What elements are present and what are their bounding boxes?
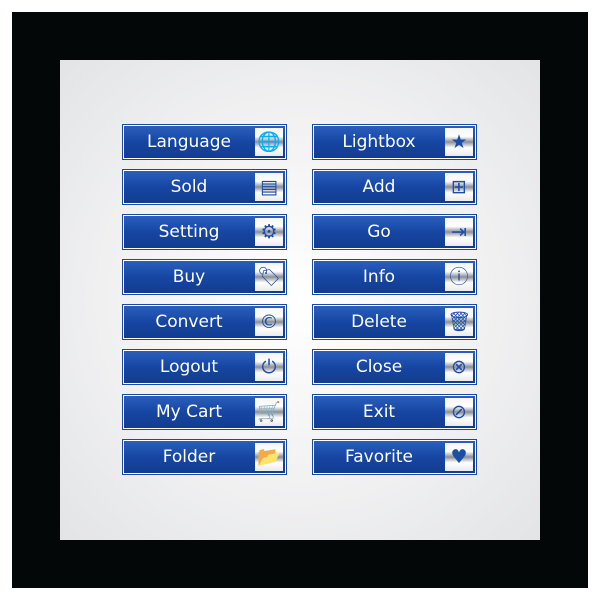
favorite-button[interactable]: Favorite ♥ [313,440,476,474]
button-label: Add [362,177,396,197]
power-icon: ⏻ [255,353,283,381]
lightbox-button[interactable]: Lightbox ★ [313,125,476,159]
button-label: Favorite [345,447,413,467]
close-circle-icon: ⊗ [445,353,473,381]
button-label: My Cart [155,402,223,422]
add-button[interactable]: Add ⊞ [313,170,476,204]
heart-icon: ♥ [445,443,473,471]
cart-icon: 🛒 [255,398,283,426]
button-label: Delete [351,312,407,332]
buy-button[interactable]: Buy 🏷 [123,260,286,294]
delete-button[interactable]: Delete 🗑 [313,305,476,339]
gear-icon: ⚙ [255,218,283,246]
copyright-icon: © [255,308,283,336]
button-label: Setting [158,222,220,242]
sign-in-icon: ⇥ [445,218,473,246]
button-label: Language [147,132,231,152]
button-label: Convert [155,312,223,332]
logout-button[interactable]: Logout ⏻ [123,350,286,384]
sold-button[interactable]: Sold ▤ [123,170,286,204]
button-label: Logout [159,357,219,377]
close-button[interactable]: Close ⊗ [313,350,476,384]
setting-button[interactable]: Setting ⚙ [123,215,286,249]
button-label: Close [355,357,403,377]
folder-icon: 📂 [255,443,283,471]
info-button[interactable]: Info ⓘ [313,260,476,294]
button-label: Folder [162,447,216,467]
button-label: Buy [172,267,206,287]
globe-icon: 🌐 [255,128,283,156]
info-icon: ⓘ [445,263,473,291]
button-label: Exit [362,402,396,422]
go-button[interactable]: Go ⇥ [313,215,476,249]
star-icon: ★ [445,128,473,156]
button-label: Lightbox [342,132,416,152]
no-entry-icon: ⊘ [445,398,473,426]
add-document-icon: ⊞ [445,173,473,201]
button-label: Sold [170,177,208,197]
sold-sign-icon: ▤ [255,173,283,201]
button-label: Go [367,222,391,242]
button-label: Info [362,267,396,287]
trash-icon: 🗑 [445,308,473,336]
exit-button[interactable]: Exit ⊘ [313,395,476,429]
language-button[interactable]: Language 🌐 [123,125,286,159]
folder-button[interactable]: Folder 📂 [123,440,286,474]
price-tag-icon: 🏷 [255,263,283,291]
my-cart-button[interactable]: My Cart 🛒 [123,395,286,429]
convert-button[interactable]: Convert © [123,305,286,339]
